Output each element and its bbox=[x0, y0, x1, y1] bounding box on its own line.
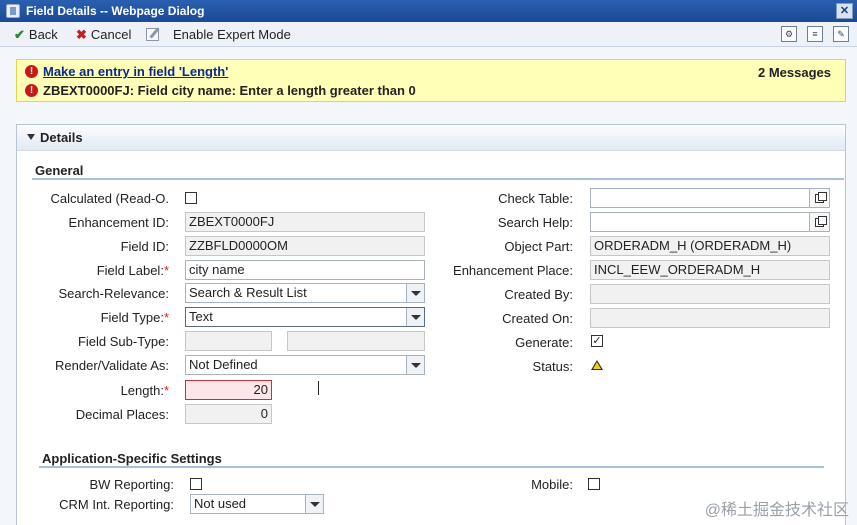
length-input[interactable]: 20 bbox=[185, 380, 272, 400]
generate-checkbox[interactable]: ✓ bbox=[591, 335, 603, 347]
decimal-places-field: 0 bbox=[185, 404, 272, 424]
message-count: 2 Messages bbox=[758, 65, 831, 80]
personalize-icon[interactable]: ⚙ bbox=[781, 26, 797, 42]
back-button[interactable]: ✔ Back bbox=[14, 26, 58, 43]
object-part-label: Object Part: bbox=[504, 239, 573, 254]
object-part-field: ORDERADM_H (ORDERADM_H) bbox=[590, 236, 830, 256]
chevron-down-icon[interactable] bbox=[305, 495, 323, 513]
field-sub-type-field-b bbox=[287, 331, 425, 351]
field-type-label-text: Field Type: bbox=[100, 310, 164, 325]
message-area: ! Make an entry in field 'Length' ! ZBEX… bbox=[16, 59, 846, 102]
mobile-checkbox[interactable] bbox=[588, 478, 600, 490]
field-label-label: Field Label:* bbox=[97, 263, 169, 278]
details-panel: Details General Calculated (Read-O. Enha… bbox=[16, 124, 846, 525]
field-id-label: Field ID: bbox=[120, 239, 169, 254]
length-label: Length:* bbox=[121, 383, 169, 398]
details-panel-header[interactable]: Details bbox=[17, 125, 845, 151]
watermark: @稀土掘金技术社区 bbox=[704, 502, 849, 519]
check-table-input[interactable] bbox=[590, 188, 830, 208]
toolbar: ✔ Back ✖ Cancel Enable Expert Mode ⚙ ≡ ✎ bbox=[0, 22, 857, 47]
dialog-titlebar: Field Details -- Webpage Dialog ✕ bbox=[0, 0, 857, 22]
generate-label: Generate: bbox=[515, 335, 573, 350]
mobile-label: Mobile: bbox=[531, 477, 573, 492]
notes-icon[interactable]: ≡ bbox=[807, 26, 823, 42]
message-row-1: ! Make an entry in field 'Length' bbox=[25, 64, 228, 79]
created-by-field bbox=[590, 284, 830, 304]
enable-expert-mode-button[interactable]: Enable Expert Mode bbox=[146, 26, 291, 43]
created-on-field bbox=[590, 308, 830, 328]
message-text-length: ZBEXT0000FJ: Field city name: Enter a le… bbox=[43, 83, 416, 98]
field-label-input[interactable]: city name bbox=[185, 260, 425, 280]
search-relevance-label: Search-Relevance: bbox=[58, 286, 169, 301]
cancel-x-icon: ✖ bbox=[76, 26, 87, 42]
search-help-label: Search Help: bbox=[497, 215, 573, 230]
field-id-field: ZZBFLD0000OM bbox=[185, 236, 425, 256]
status-label: Status: bbox=[532, 359, 573, 374]
decimal-places-label: Decimal Places: bbox=[75, 407, 169, 422]
expert-mode-label: Enable Expert Mode bbox=[173, 27, 291, 42]
calculated-label: Calculated (Read-O. bbox=[50, 191, 170, 206]
crm-int-reporting-select[interactable]: Not used bbox=[190, 494, 324, 514]
crm-int-reporting-value: Not used bbox=[194, 496, 247, 511]
chevron-down-icon[interactable] bbox=[406, 356, 424, 374]
settings-icon[interactable]: ✎ bbox=[833, 26, 849, 42]
cancel-button[interactable]: ✖ Cancel bbox=[76, 26, 131, 43]
app-settings-section-divider bbox=[39, 466, 824, 468]
field-type-label: Field Type:* bbox=[101, 310, 169, 325]
enhancement-place-field: INCL_EEW_ORDERADM_H bbox=[590, 260, 830, 280]
required-marker: * bbox=[163, 263, 169, 278]
close-icon[interactable]: ✕ bbox=[836, 3, 853, 19]
checkmark-icon: ✔ bbox=[14, 26, 25, 42]
field-label-label-text: Field Label: bbox=[96, 263, 164, 278]
general-section-title: General bbox=[35, 163, 84, 178]
search-relevance-value: Search & Result List bbox=[189, 285, 307, 300]
bw-reporting-label: BW Reporting: bbox=[89, 477, 174, 492]
field-sub-type-label: Field Sub-Type: bbox=[77, 334, 169, 349]
field-type-select[interactable]: Text bbox=[185, 307, 425, 327]
created-by-label: Created By: bbox=[504, 287, 573, 302]
value-help-icon[interactable] bbox=[809, 189, 829, 207]
required-marker: * bbox=[163, 310, 169, 325]
enhancement-place-label: Enhancement Place: bbox=[453, 263, 573, 278]
details-title: Details bbox=[40, 130, 83, 145]
bw-reporting-checkbox[interactable] bbox=[190, 478, 202, 490]
required-marker: * bbox=[163, 383, 169, 398]
render-validate-select[interactable]: Not Defined bbox=[185, 355, 425, 375]
check-table-label: Check Table: bbox=[498, 191, 573, 206]
enhancement-id-label: Enhancement ID: bbox=[68, 215, 169, 230]
value-help-icon[interactable] bbox=[809, 213, 829, 231]
edit-pencil-icon bbox=[146, 28, 159, 41]
chevron-down-icon[interactable] bbox=[406, 308, 424, 326]
crm-int-reporting-label: CRM Int. Reporting: bbox=[59, 497, 174, 512]
text-cursor-icon bbox=[318, 381, 325, 395]
calculated-checkbox[interactable] bbox=[185, 192, 197, 204]
app-settings-section-title: Application-Specific Settings bbox=[42, 451, 222, 466]
dialog-app-icon bbox=[6, 4, 20, 18]
general-section-divider bbox=[32, 178, 844, 180]
message-link-length[interactable]: Make an entry in field 'Length' bbox=[43, 64, 228, 79]
field-type-value: Text bbox=[189, 309, 213, 324]
chevron-down-icon[interactable] bbox=[406, 284, 424, 302]
cancel-label: Cancel bbox=[90, 27, 132, 42]
back-label: Back bbox=[28, 27, 58, 42]
enhancement-id-field: ZBEXT0000FJ bbox=[185, 212, 425, 232]
error-icon: ! bbox=[25, 65, 38, 78]
collapse-triangle-icon[interactable] bbox=[27, 134, 35, 140]
field-sub-type-field-a bbox=[185, 331, 272, 351]
error-icon: ! bbox=[25, 84, 38, 97]
length-label-text: Length: bbox=[120, 383, 164, 398]
search-help-input[interactable] bbox=[590, 212, 830, 232]
render-validate-value: Not Defined bbox=[189, 357, 258, 372]
search-relevance-select[interactable]: Search & Result List bbox=[185, 283, 425, 303]
created-on-label: Created On: bbox=[502, 311, 573, 326]
render-validate-label: Render/Validate As: bbox=[55, 358, 169, 373]
dialog-title: Field Details -- Webpage Dialog bbox=[26, 4, 205, 18]
warning-triangle-icon bbox=[591, 360, 603, 370]
message-row-2: ! ZBEXT0000FJ: Field city name: Enter a … bbox=[25, 83, 416, 98]
